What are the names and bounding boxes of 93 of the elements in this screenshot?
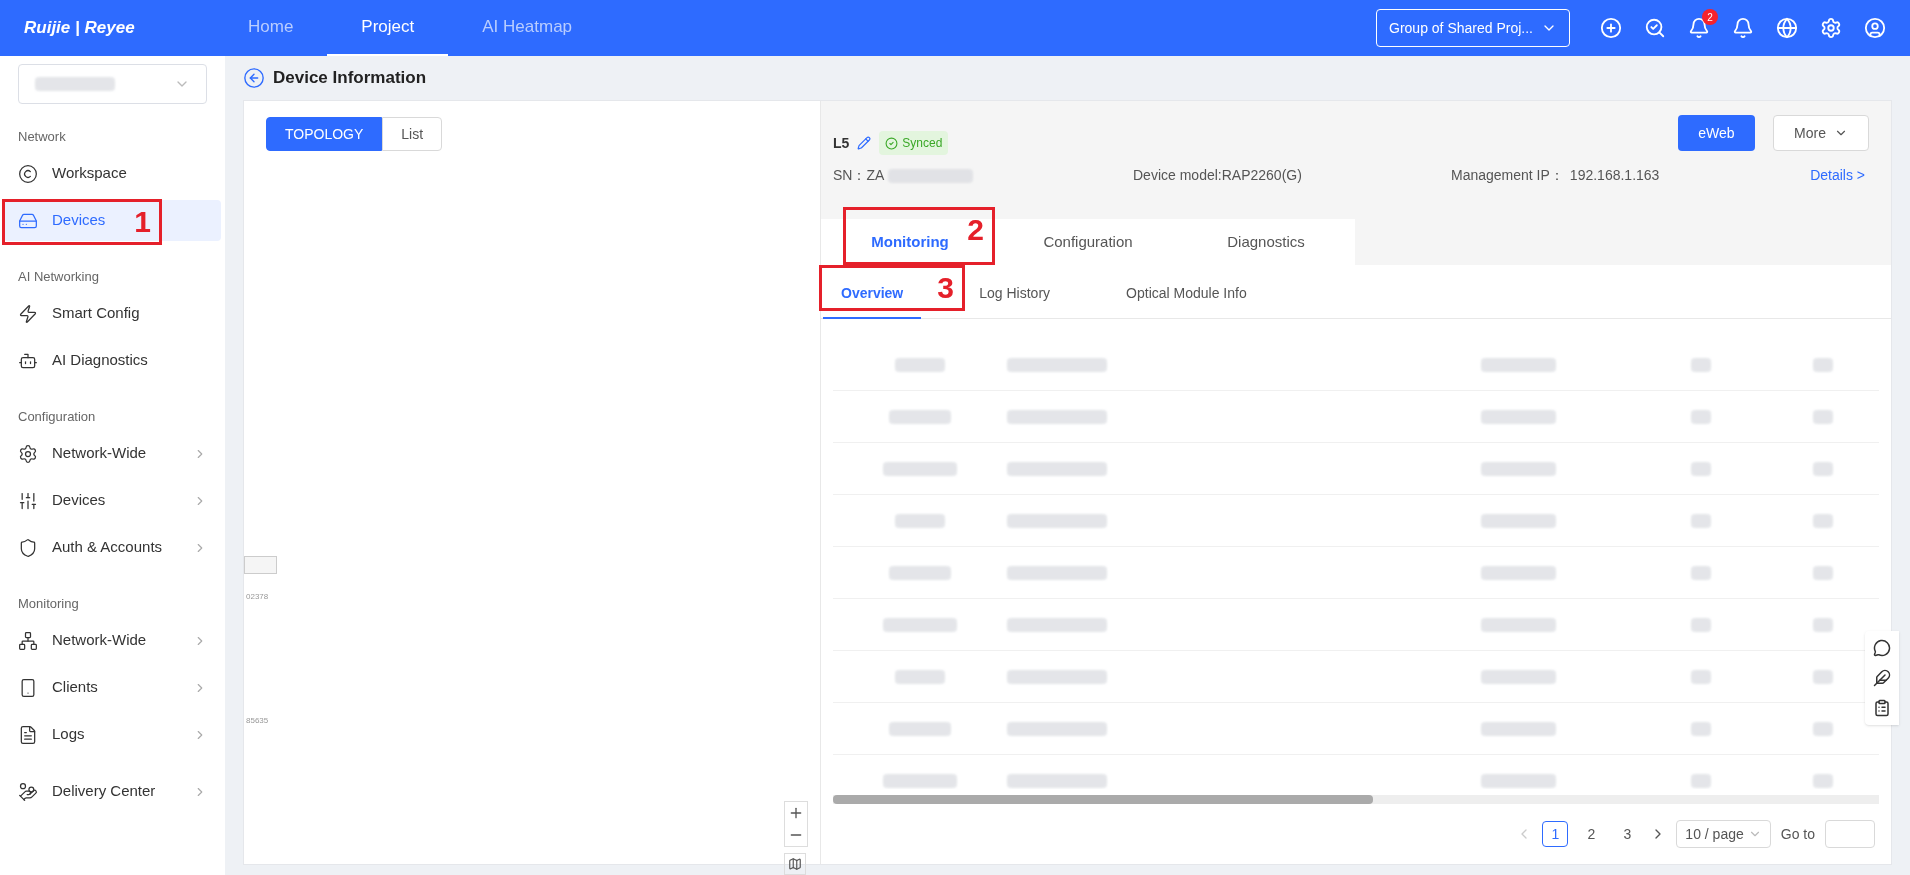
annotation-number: 1 bbox=[134, 204, 151, 240]
blurred-text bbox=[895, 669, 946, 684]
back-icon[interactable] bbox=[243, 67, 265, 89]
view-toggle[interactable]: TOPOLOGY bbox=[266, 117, 383, 151]
goto-label: Go to bbox=[1780, 824, 1815, 844]
sliders-icon bbox=[18, 490, 38, 511]
nav-tab[interactable]: Project bbox=[327, 0, 449, 56]
device-model: Device model:RAP2260(G) bbox=[1133, 166, 1303, 185]
goto-input[interactable] bbox=[1825, 820, 1875, 848]
topology-label: 02378 bbox=[246, 591, 269, 603]
sidebar-item[interactable]: Auth & Accounts bbox=[4, 527, 221, 568]
feather-icon[interactable] bbox=[1873, 669, 1891, 687]
details-link[interactable]: Details > bbox=[1810, 165, 1865, 186]
annotation-number: 2 bbox=[967, 212, 984, 248]
blurred-text bbox=[1812, 513, 1833, 528]
clipboard-icon[interactable] bbox=[1873, 699, 1891, 717]
blurred-text bbox=[1812, 773, 1833, 788]
user-icon[interactable] bbox=[1864, 17, 1886, 39]
blurred-text bbox=[895, 357, 946, 372]
blurred-text bbox=[1812, 721, 1833, 736]
project-group-select[interactable]: Group of Shared Proj... bbox=[1376, 9, 1570, 47]
view-toggle[interactable]: List bbox=[382, 117, 443, 151]
page-title: Device Information bbox=[273, 67, 427, 90]
device-name: L5 bbox=[833, 133, 850, 153]
page-button[interactable]: 3 bbox=[1614, 821, 1641, 847]
sidebar-item[interactable]: Devices bbox=[4, 480, 221, 521]
page-button[interactable]: 1 bbox=[1542, 821, 1569, 847]
section-title: Network bbox=[17, 127, 67, 146]
brand-logo: Ruijie | Reyee bbox=[24, 17, 136, 40]
blurred-text bbox=[1690, 721, 1711, 736]
blurred-text bbox=[1690, 669, 1711, 684]
sub-tab[interactable]: Overview bbox=[823, 269, 922, 319]
shield-icon bbox=[18, 537, 38, 558]
ip-value: 192.168.1.163 bbox=[1569, 166, 1660, 185]
sub-tab[interactable]: Log History bbox=[961, 269, 1069, 319]
notification-badge: 2 bbox=[1702, 9, 1718, 25]
sidebar-item[interactable]: Workspace bbox=[4, 153, 221, 194]
sidebar-item[interactable]: Logs bbox=[4, 714, 221, 755]
more-button[interactable]: More bbox=[1773, 115, 1869, 151]
blurred-text bbox=[1690, 461, 1711, 476]
blurred-text bbox=[1812, 565, 1833, 580]
sidebar-item[interactable]: Clients bbox=[4, 667, 221, 708]
blurred-text bbox=[889, 721, 952, 736]
blurred-text bbox=[1690, 513, 1711, 528]
hand-icon bbox=[18, 781, 38, 802]
bell-icon[interactable] bbox=[1732, 17, 1754, 39]
gear-icon bbox=[18, 443, 38, 464]
blurred-text bbox=[1690, 357, 1711, 372]
tab[interactable]: Configuration bbox=[1033, 219, 1143, 265]
blurred-text bbox=[1690, 565, 1711, 580]
sidebar-item[interactable]: Smart Config bbox=[4, 293, 221, 334]
annotation-number: 3 bbox=[937, 270, 954, 306]
settings-icon[interactable] bbox=[1820, 17, 1842, 39]
check-icon bbox=[885, 136, 899, 150]
blurred-text bbox=[1812, 461, 1833, 476]
status-tag: Synced bbox=[879, 131, 949, 155]
network-icon bbox=[18, 630, 38, 651]
horizontal-scrollbar[interactable] bbox=[833, 795, 1879, 804]
add-icon[interactable] bbox=[1600, 17, 1622, 39]
sidebar-item[interactable]: Network-Wide bbox=[4, 620, 221, 661]
blurred-text bbox=[889, 565, 952, 580]
sub-tab[interactable]: Optical Module Info bbox=[1108, 269, 1265, 319]
blurred-text bbox=[1812, 669, 1833, 684]
tab[interactable]: Monitoring bbox=[861, 219, 959, 265]
edit-icon[interactable] bbox=[857, 136, 872, 150]
section-title: AI Networking bbox=[17, 267, 100, 286]
sidebar-item[interactable]: Delivery Center bbox=[4, 771, 221, 812]
search-icon[interactable] bbox=[1644, 17, 1666, 39]
map-icon[interactable] bbox=[784, 853, 806, 875]
document-icon bbox=[18, 724, 38, 745]
section-title: Configuration bbox=[17, 407, 97, 426]
blurred-text bbox=[889, 409, 952, 424]
sn-label: SN：ZA bbox=[833, 166, 885, 185]
blurred-text bbox=[895, 513, 946, 528]
sidebar-item[interactable]: AI Diagnostics bbox=[4, 340, 221, 381]
circle-c-icon bbox=[18, 163, 38, 184]
blurred-text bbox=[1812, 409, 1833, 424]
ip-label: Management IP： bbox=[1451, 166, 1564, 185]
blurred-text bbox=[1690, 773, 1711, 788]
page-button[interactable]: 2 bbox=[1578, 821, 1605, 847]
page-size-select[interactable]: 10 / page bbox=[1676, 820, 1771, 848]
blurred-text bbox=[1690, 409, 1711, 424]
globe-icon[interactable] bbox=[1776, 17, 1798, 39]
section-title: Monitoring bbox=[17, 594, 80, 613]
blurred-text bbox=[1812, 617, 1833, 632]
eweb-button[interactable]: eWeb bbox=[1678, 115, 1755, 151]
tab[interactable]: Diagnostics bbox=[1217, 219, 1315, 265]
lightning-icon bbox=[18, 303, 38, 324]
chat-icon[interactable] bbox=[1873, 639, 1891, 657]
sidebar-item[interactable]: Network-Wide bbox=[4, 433, 221, 474]
topology-label: 85635 bbox=[246, 715, 269, 727]
blurred-text bbox=[1690, 617, 1711, 632]
blurred-text bbox=[1812, 357, 1833, 372]
